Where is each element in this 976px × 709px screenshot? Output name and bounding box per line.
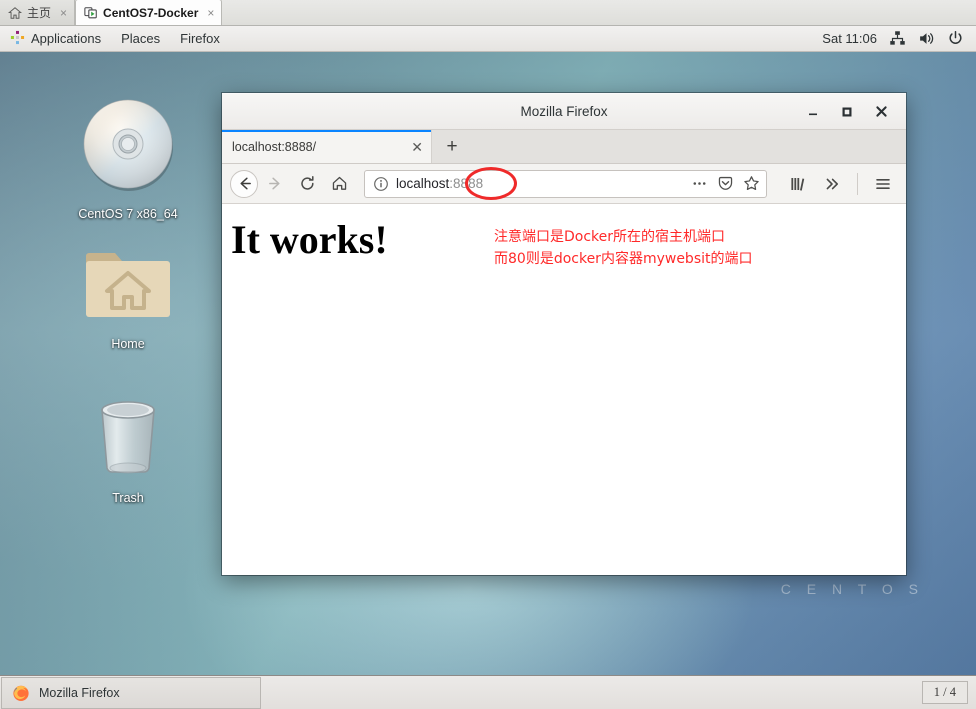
star-icon[interactable] [743,175,760,192]
library-icon[interactable] [783,169,813,199]
window-controls [806,105,906,119]
home-folder-icon [80,242,176,331]
close-icon[interactable]: ✕ [403,140,423,154]
hamburger-menu-icon[interactable] [868,169,898,199]
firefox-window-title: Mozilla Firefox [520,104,608,119]
menu-places-label: Places [121,31,161,46]
desktop-icon-home[interactable]: Home [69,242,187,352]
note-line-1: 注意端口是Docker所在的宿主机端口 [494,229,726,245]
taskbar-window-label: Mozilla Firefox [39,686,120,700]
close-button[interactable] [874,105,888,119]
taskbar-right: 1 / 4 [921,681,976,704]
centos-logo-icon [10,30,25,48]
vm-tab-centos7-docker-label: CentOS7-Docker [103,5,199,20]
menu-applications-label: Applications [31,31,102,46]
clock[interactable]: Sat 11:06 [822,31,877,46]
url-host: localhost [396,176,450,191]
power-icon[interactable] [947,30,964,47]
page-heading: It works! [231,217,388,262]
home-icon [8,6,22,20]
vm-tab-home-close[interactable]: × [60,7,67,19]
pocket-icon[interactable] [717,175,734,192]
desktop-icon-trash[interactable]: Trash [69,392,187,506]
url-bar-actions [683,175,760,192]
back-arrow-icon[interactable] [230,169,258,198]
info-circle-icon[interactable] [373,176,389,192]
menu-firefox-app[interactable]: Firefox [170,26,230,52]
vm-tab-bar: 主页 × CentOS7-Docker × [0,0,976,26]
volume-icon[interactable] [918,30,935,47]
chevron-double-right-icon[interactable] [817,169,847,199]
note-line-2: 而80则是docker内容器mywebsit的端口 [494,251,753,268]
firefox-tab-strip: localhost:8888/ ✕ + [222,130,906,164]
panel-status-area: Sat 11:06 [822,26,976,52]
browser-tab-label: localhost:8888/ [232,139,317,154]
desktop-icon-home-label: Home [111,337,145,351]
page-annotation-note: 注意端口是Docker所在的宿主机端口 而80则是docker内容器mywebs… [494,226,753,271]
maximize-button[interactable] [840,105,854,119]
network-icon[interactable] [889,30,906,47]
toolbar-separator [857,172,858,195]
browser-tab-localhost[interactable]: localhost:8888/ ✕ [222,130,432,163]
new-tab-button[interactable]: + [432,130,472,163]
reload-icon[interactable] [292,169,322,199]
desktop-icon-centos-disc-label: CentOS 7 x86_64 [78,207,178,221]
minimize-button[interactable] [806,105,820,119]
url-text[interactable]: localhost:8888 [396,176,483,191]
firefox-window: Mozilla Firefox localhost:8888/ ✕ + loca… [222,93,906,575]
vm-tab-centos7-docker[interactable]: CentOS7-Docker × [75,0,223,25]
vm-tab-home[interactable]: 主页 × [0,0,76,25]
centos-watermark: C E N T O S [780,581,924,597]
taskbar-window-firefox[interactable]: Mozilla Firefox [1,677,261,709]
home-icon[interactable] [324,169,354,199]
menu-applications[interactable]: Applications [0,26,111,52]
page-viewport: It works! 注意端口是Docker所在的宿主机端口 而80则是docke… [222,204,906,575]
toolbar-end-buttons [777,169,898,199]
forward-arrow-icon[interactable] [260,169,290,199]
desktop-icon-trash-label: Trash [112,491,144,505]
url-port: :8888 [449,176,484,191]
vm-screen-icon [84,6,98,20]
menu-firefox-label: Firefox [180,31,220,46]
screen-root: 主页 × CentOS7-Docker × Applications Place… [0,0,976,709]
workspace-indicator[interactable]: 1 / 4 [921,681,968,704]
menu-places[interactable]: Places [111,26,170,52]
panel-menus: Applications Places Firefox [0,26,230,52]
firefox-titlebar: Mozilla Firefox [222,93,906,130]
trash-bin-icon [82,392,174,485]
vm-tab-centos7-docker-close[interactable]: × [207,7,214,19]
cd-disc-icon [76,92,180,201]
vm-tab-home-label: 主页 [27,6,52,20]
firefox-nav-toolbar: localhost:8888 [222,164,906,204]
url-bar[interactable]: localhost:8888 [364,166,767,200]
firefox-logo-icon [12,684,30,702]
ellipsis-icon[interactable] [691,175,708,192]
gnome-top-panel: Applications Places Firefox Sat 11:06 [0,26,976,52]
desktop-icon-centos-disc[interactable]: CentOS 7 x86_64 [69,92,187,222]
taskbar: Mozilla Firefox 1 / 4 [0,675,976,709]
